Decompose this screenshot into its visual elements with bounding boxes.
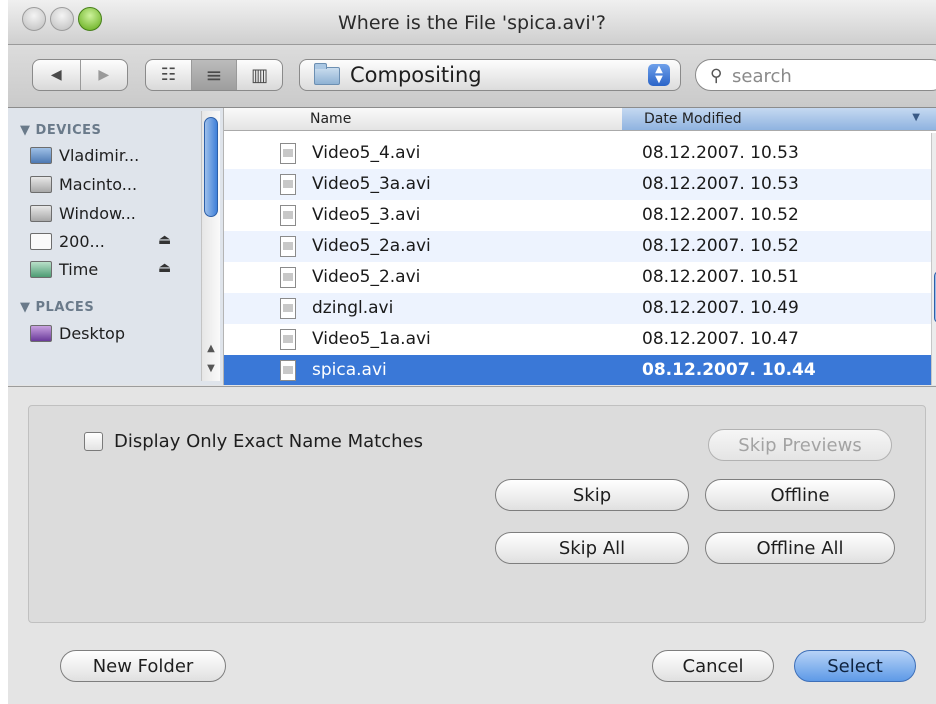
back-arrow-icon: ◀ bbox=[50, 67, 62, 83]
video-file-icon bbox=[280, 143, 296, 164]
hard-drive-icon bbox=[30, 176, 52, 193]
video-file-icon bbox=[280, 267, 296, 288]
column-header: Name Date Modified ▼ bbox=[224, 108, 936, 131]
file-date: 08.12.2007. 10.47 bbox=[642, 329, 799, 349]
eject-icon[interactable]: ⏏ bbox=[158, 260, 171, 276]
file-date: 08.12.2007. 10.53 bbox=[642, 174, 799, 194]
skip-previews-button[interactable]: Skip Previews bbox=[708, 429, 892, 461]
skip-all-button[interactable]: Skip All bbox=[495, 532, 689, 564]
hard-drive-icon bbox=[30, 205, 52, 222]
desktop-icon bbox=[30, 325, 52, 342]
window-title: Where is the File 'spica.avi'? bbox=[338, 12, 606, 34]
sidebar-item-volume-200[interactable]: 200... ⏏ bbox=[30, 232, 171, 251]
eject-icon[interactable]: ⏏ bbox=[158, 232, 171, 248]
video-file-icon bbox=[280, 360, 296, 381]
exact-match-label[interactable]: Display Only Exact Name Matches bbox=[114, 431, 423, 452]
file-date: 08.12.2007. 10.44 bbox=[642, 360, 816, 380]
disk-icon bbox=[30, 233, 52, 250]
name-column-header[interactable]: Name bbox=[310, 111, 351, 127]
sidebar-item-label: Macinto... bbox=[59, 175, 138, 194]
list-view-button[interactable]: ≡ bbox=[191, 60, 238, 90]
file-row-selected[interactable]: spica.avi 08.12.2007. 10.44 bbox=[224, 355, 936, 385]
file-name: Video5_1a.avi bbox=[312, 329, 431, 349]
columns-icon: ▥ bbox=[251, 64, 269, 86]
sidebar-item-windows-drive[interactable]: Window... bbox=[30, 204, 136, 223]
search-input[interactable] bbox=[730, 64, 914, 88]
location-label: Compositing bbox=[350, 63, 482, 87]
toolbar: ◀ ▶ ☷ ≡ ▥ Compositing ▲ ▼ ⚲ bbox=[8, 45, 936, 108]
file-name: Video5_3.avi bbox=[312, 205, 421, 225]
file-name: Video5_2a.avi bbox=[312, 236, 431, 256]
location-popup[interactable]: Compositing ▲ ▼ bbox=[299, 59, 681, 91]
time-machine-icon bbox=[30, 261, 52, 278]
sidebar-scroll-thumb[interactable] bbox=[204, 117, 218, 217]
list-icon: ≡ bbox=[205, 63, 223, 87]
video-file-icon bbox=[280, 329, 296, 350]
file-name: Video5_2.avi bbox=[312, 267, 421, 287]
title-bar: Where is the File 'spica.avi'? bbox=[8, 0, 936, 45]
search-icon: ⚲ bbox=[710, 66, 723, 86]
video-file-icon bbox=[280, 205, 296, 226]
divider bbox=[8, 386, 936, 387]
offline-button[interactable]: Offline bbox=[705, 479, 895, 511]
file-name: Video5_3a.avi bbox=[312, 174, 431, 194]
column-view-button[interactable]: ▥ bbox=[237, 60, 282, 90]
file-row[interactable]: Video5_2a.avi 08.12.2007. 10.52 bbox=[224, 231, 936, 262]
sidebar-item-desktop[interactable]: Desktop bbox=[30, 324, 125, 343]
sidebar-item-label: Time bbox=[59, 260, 99, 279]
forward-button[interactable]: ▶ bbox=[81, 60, 128, 90]
file-row[interactable]: Video5_3a.avi 08.12.2007. 10.53 bbox=[224, 169, 936, 200]
file-row[interactable]: dzingl.avi 08.12.2007. 10.49 bbox=[224, 293, 936, 324]
file-list: Name Date Modified ▼ Video5_4.avi 08.12.… bbox=[224, 108, 936, 385]
file-date: 08.12.2007. 10.52 bbox=[642, 205, 799, 225]
date-modified-column-header[interactable]: Date Modified ▼ bbox=[622, 108, 936, 130]
file-date: 08.12.2007. 10.52 bbox=[642, 236, 799, 256]
icon-view-button[interactable]: ☷ bbox=[146, 60, 192, 90]
sidebar-item-time-machine[interactable]: Time ⏏ bbox=[30, 260, 171, 279]
devices-header[interactable]: ▼ DEVICES bbox=[20, 123, 101, 138]
popup-arrows-icon: ▲ ▼ bbox=[648, 64, 670, 86]
sidebar-item-macintosh-hd[interactable]: Macinto... bbox=[30, 175, 137, 194]
file-date: 08.12.2007. 10.53 bbox=[642, 143, 799, 163]
sidebar-scrollbar[interactable]: ▲ ▼ bbox=[201, 111, 220, 381]
sidebar-item-label: 200... bbox=[59, 232, 105, 251]
file-name: spica.avi bbox=[312, 360, 387, 380]
file-list-scrollbar[interactable] bbox=[931, 133, 936, 385]
file-row[interactable]: Video5_4.avi 08.12.2007. 10.53 bbox=[224, 138, 936, 169]
sidebar-item-label: Vladimir... bbox=[59, 146, 140, 165]
places-header[interactable]: ▼ PLACES bbox=[20, 300, 94, 315]
exact-match-checkbox[interactable] bbox=[84, 432, 103, 451]
back-button[interactable]: ◀ bbox=[33, 60, 81, 90]
back-forward-control: ◀ ▶ bbox=[32, 59, 128, 91]
forward-arrow-icon: ▶ bbox=[98, 67, 110, 83]
offline-all-button[interactable]: Offline All bbox=[705, 532, 895, 564]
file-date: 08.12.2007. 10.51 bbox=[642, 267, 799, 287]
grid-icon: ☷ bbox=[160, 65, 176, 85]
file-row[interactable]: Video5_3.avi 08.12.2007. 10.52 bbox=[224, 200, 936, 231]
video-file-icon bbox=[280, 236, 296, 257]
file-name: dzingl.avi bbox=[312, 298, 394, 318]
sidebar: ▼ DEVICES Vladimir... Macinto... Window.… bbox=[8, 108, 224, 385]
folder-icon bbox=[314, 63, 340, 85]
cancel-button[interactable]: Cancel bbox=[652, 650, 774, 682]
sidebar-scroll-arrows[interactable]: ▲ ▼ bbox=[202, 339, 220, 381]
date-column-label: Date Modified bbox=[644, 111, 742, 127]
view-mode-control: ☷ ≡ ▥ bbox=[145, 59, 283, 91]
computer-icon bbox=[30, 147, 52, 164]
file-date: 08.12.2007. 10.49 bbox=[642, 298, 799, 318]
sidebar-item-label: Window... bbox=[59, 204, 136, 223]
new-folder-button[interactable]: New Folder bbox=[60, 650, 226, 682]
select-button[interactable]: Select bbox=[794, 650, 916, 682]
locate-file-dialog: Where is the File 'spica.avi'? ◀ ▶ ☷ ≡ ▥… bbox=[8, 0, 936, 704]
file-row[interactable]: Video5_2.avi 08.12.2007. 10.51 bbox=[224, 262, 936, 293]
video-file-icon bbox=[280, 174, 296, 195]
file-row[interactable]: Video5_1a.avi 08.12.2007. 10.47 bbox=[224, 324, 936, 355]
video-file-icon bbox=[280, 298, 296, 319]
sidebar-item-computer[interactable]: Vladimir... bbox=[30, 146, 139, 165]
sidebar-item-label: Desktop bbox=[59, 324, 125, 343]
search-field[interactable]: ⚲ bbox=[695, 59, 936, 91]
skip-button[interactable]: Skip bbox=[495, 479, 689, 511]
sort-descending-icon: ▼ bbox=[912, 112, 920, 123]
file-name: Video5_4.avi bbox=[312, 143, 421, 163]
